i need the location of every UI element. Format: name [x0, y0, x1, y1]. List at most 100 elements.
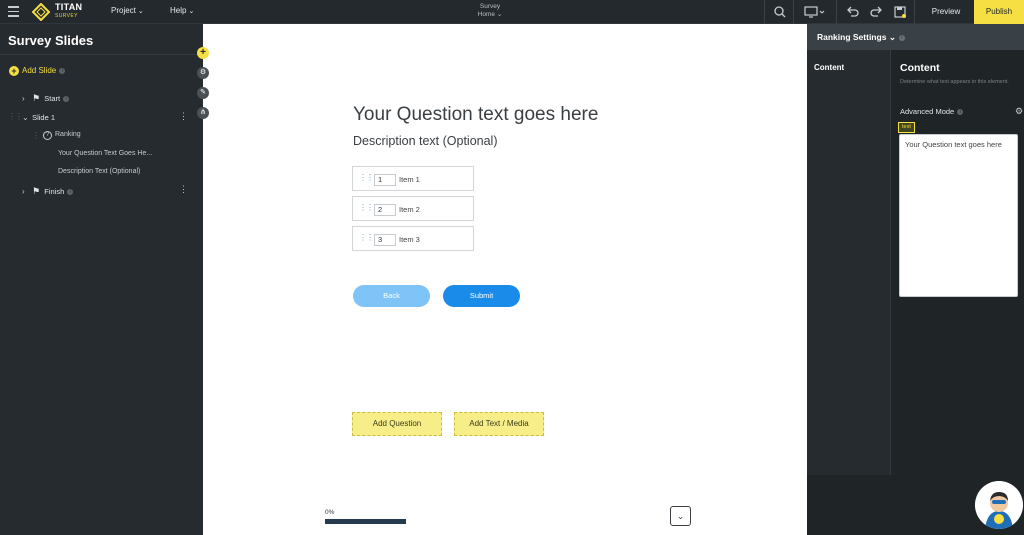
info-icon[interactable]: i [898, 35, 905, 41]
settings-header[interactable]: Ranking Settings ⌄ i [807, 24, 1024, 50]
back-button[interactable]: Back [353, 285, 430, 307]
hamburger-menu-icon[interactable] [8, 6, 19, 17]
logic-flow-icon[interactable]: ⋔ [197, 107, 209, 119]
chevron-down-icon: ⌄ [188, 8, 195, 15]
progress-fill [325, 519, 406, 524]
tree-item-label: Finish [44, 187, 65, 196]
submit-button[interactable]: Submit [443, 285, 520, 307]
rank-number[interactable]: 1 [374, 174, 396, 186]
tree-item-description-text[interactable]: Description Text (Optional) [58, 168, 140, 175]
rank-number[interactable]: 2 [374, 204, 396, 216]
divider [0, 54, 203, 55]
nav-content-tab[interactable]: Content [814, 63, 844, 72]
question-circle-icon: ? [43, 131, 52, 140]
question-text-field[interactable]: Your Question text goes here [899, 134, 1018, 297]
preview-button[interactable]: Preview [920, 0, 972, 24]
info-icon[interactable]: i [67, 189, 74, 195]
tree-item-label: Ranking [55, 131, 81, 138]
ranking-item[interactable]: ⋮⋮ 1 Item 1 [352, 166, 474, 191]
chevron-down-icon: ⌄ [888, 32, 896, 42]
chevron-right-icon[interactable]: › [22, 94, 30, 103]
brand: TITAN SURVEY [55, 3, 82, 21]
tree-item-ranking[interactable]: ? Ranking [43, 131, 81, 140]
chevron-right-icon[interactable]: › [22, 187, 30, 196]
menu-help[interactable]: Help ⌄ [170, 6, 194, 15]
add-element-button[interactable]: + [197, 47, 209, 59]
advanced-mode-label: Advanced Mode [900, 107, 955, 116]
menu-project-label: Project [111, 6, 136, 15]
settings-panel: Ranking Settings ⌄ i Content Content Dete… [807, 24, 1024, 535]
rank-item-label: Item 2 [399, 205, 420, 214]
chevron-down-icon: ⌄ [676, 511, 685, 521]
divider [764, 0, 765, 24]
add-slide-label: Add Slide [22, 66, 57, 75]
divider [836, 0, 837, 24]
tree-item-finish[interactable]: › ⚑ Finish i [22, 186, 74, 197]
menu-project[interactable]: Project ⌄ [111, 6, 144, 15]
info-icon[interactable]: i [63, 96, 70, 102]
add-text-media-button[interactable]: Add Text / Media [454, 412, 544, 436]
rank-item-label: Item 3 [399, 235, 420, 244]
ranking-item[interactable]: ⋮⋮ 3 Item 3 [352, 226, 474, 251]
rank-number[interactable]: 3 [374, 234, 396, 246]
assistant-avatar[interactable] [975, 481, 1023, 529]
device-preview-icon[interactable] [803, 4, 827, 20]
save-icon[interactable] [892, 4, 908, 20]
tree-item-question-text[interactable]: Your Question Text Goes He... [58, 150, 152, 157]
settings-title: Ranking Settings [817, 32, 887, 42]
superhero-icon [975, 481, 1023, 529]
drag-handle-icon[interactable]: ⋮⋮ [359, 173, 374, 182]
tree-item-slide-1[interactable]: ⌄ Slide 1 [22, 113, 55, 122]
panel-title: Survey Slides [8, 33, 94, 48]
tree-item-label: Start [44, 94, 61, 103]
divider [914, 0, 915, 24]
plus-icon: + [9, 66, 19, 76]
question-title[interactable]: Your Question text goes here [353, 104, 598, 126]
chevron-down-icon: ⌄ [137, 8, 144, 15]
survey-title: Survey [479, 3, 501, 10]
info-icon[interactable]: i [59, 68, 66, 74]
search-icon[interactable] [772, 4, 788, 20]
section-help: Determine what text appears in this elem… [900, 79, 1009, 85]
top-bar: TITAN SURVEY Project ⌄ Help ⌄ Survey Home … [0, 0, 1024, 24]
page-switcher[interactable]: Survey Home ⌄ [460, 3, 520, 19]
gear-icon[interactable]: ⚙ [1015, 106, 1023, 117]
scroll-down-button[interactable]: ⌄ [670, 506, 691, 526]
drag-handle-icon[interactable]: ⋮⋮ [359, 233, 374, 242]
drag-handle-icon[interactable]: ⋮⋮ [8, 112, 23, 121]
drag-handle-icon[interactable]: ⋮⋮ [359, 203, 374, 212]
menu-help-label: Help [170, 6, 187, 15]
progress-label: 0% [325, 509, 335, 516]
undo-icon[interactable] [845, 4, 861, 20]
chevron-down-icon: ⌄ [496, 11, 503, 18]
slide-canvas: Your Question text goes here Description… [203, 24, 807, 535]
advanced-mode[interactable]: Advanced Mode i [900, 107, 964, 116]
brand-sub: SURVEY [55, 13, 78, 19]
chevron-down-icon[interactable]: ⌄ [22, 113, 30, 122]
ranking-item[interactable]: ⋮⋮ 2 Item 2 [352, 196, 474, 221]
text-tag: text [898, 122, 915, 133]
rank-item-label: Item 1 [399, 175, 420, 184]
checkered-flag-icon: ⚑ [32, 186, 41, 196]
survey-slides-panel: Survey Slides + Add Slide i › ⚑ Start i ⋮⋮ … [0, 24, 203, 535]
more-options-icon[interactable]: ⋮ [179, 184, 188, 195]
publish-button[interactable]: Publish [974, 0, 1024, 24]
info-icon[interactable]: i [957, 109, 964, 115]
add-slide-button[interactable]: + Add Slide i [9, 66, 66, 76]
more-options-icon[interactable]: ⋮ [179, 111, 188, 122]
add-question-button[interactable]: Add Question [352, 412, 442, 436]
titan-logo-icon [32, 3, 50, 21]
tree-item-label: Slide 1 [32, 113, 56, 122]
current-page: Home [477, 11, 496, 18]
section-title: Content [900, 62, 940, 74]
flag-icon: ⚑ [32, 93, 41, 103]
paint-brush-icon[interactable]: ✎ [197, 87, 209, 99]
settings-nav: Content [807, 50, 891, 475]
progress-bar [325, 519, 406, 524]
question-description[interactable]: Description text (Optional) [353, 134, 498, 148]
divider [793, 0, 794, 24]
settings-gear-icon[interactable]: ⚙ [197, 67, 209, 79]
brand-name: TITAN [55, 2, 83, 12]
redo-icon[interactable] [868, 4, 884, 20]
tree-item-start[interactable]: › ⚑ Start i [22, 93, 70, 104]
